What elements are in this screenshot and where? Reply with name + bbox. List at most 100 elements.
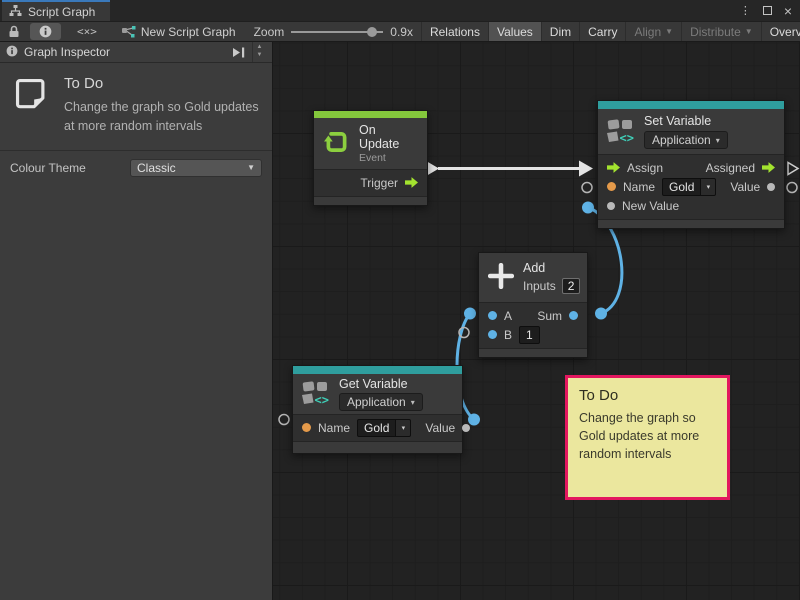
- set-variable-name-port[interactable]: [582, 183, 592, 193]
- info-toggle-icon[interactable]: [30, 23, 61, 40]
- svg-text:<>: <>: [315, 393, 329, 405]
- trigger-row: Trigger: [314, 173, 427, 192]
- flow-arrow-icon[interactable]: [607, 162, 620, 173]
- a-port-dot[interactable]: [488, 311, 497, 320]
- colour-theme-select[interactable]: Classic ▼: [130, 159, 262, 177]
- set-variable-new-value-port[interactable]: [582, 202, 594, 214]
- values-button[interactable]: Values: [488, 22, 541, 41]
- name-value-row: Name Gold ▾ Value: [293, 418, 462, 437]
- scroll-down-icon[interactable]: ▼: [257, 52, 263, 60]
- zoom-value: 0.9x: [390, 25, 413, 39]
- get-variable-value-port[interactable]: [468, 414, 480, 426]
- chevron-down-icon: ▼: [247, 163, 255, 172]
- add-body: A Sum B 1: [479, 303, 587, 348]
- inputs-count-field[interactable]: 2: [562, 278, 581, 294]
- node-add[interactable]: Add Inputs 2 A Sum: [478, 252, 588, 358]
- script-graph-window: Script Graph ⋮ × <×> New Script Graph Zo…: [0, 0, 800, 600]
- info-icon: [6, 45, 18, 60]
- distribute-button[interactable]: Distribute ▼: [681, 22, 761, 41]
- node-footer: [598, 219, 784, 228]
- align-button[interactable]: Align ▼: [625, 22, 681, 41]
- name-port-dot[interactable]: [607, 182, 616, 191]
- gold-value: Gold: [662, 178, 701, 196]
- svg-text:<>: <>: [620, 131, 634, 143]
- flow-wire-arrow[interactable]: [579, 161, 593, 177]
- zoom-slider-handle[interactable]: [367, 27, 377, 37]
- panel-scroll-arrows[interactable]: ▲ ▼: [252, 42, 266, 62]
- value-port-dot[interactable]: [767, 183, 775, 191]
- value-port-dot[interactable]: [462, 424, 470, 432]
- tab-bar: Script Graph ⋮ ×: [0, 0, 800, 21]
- graph-canvas[interactable]: On Update Event Trigger: [273, 42, 800, 600]
- inputs-label: Inputs: [523, 279, 556, 293]
- gold-dropdown[interactable]: Gold ▾: [662, 178, 716, 196]
- inspector-title: Graph Inspector: [24, 45, 110, 59]
- sum-port-dot[interactable]: [569, 311, 578, 320]
- dim-button[interactable]: Dim: [541, 22, 579, 41]
- chevron-down-icon: ▼: [665, 27, 673, 36]
- get-variable-titles: Get Variable Application ▾: [339, 377, 423, 411]
- node-title: On Update: [359, 123, 418, 151]
- flow-wire-start-cap[interactable]: [427, 162, 439, 176]
- get-variable-name-port[interactable]: [279, 415, 289, 425]
- zoom-slider[interactable]: [291, 25, 383, 39]
- dock-panel-icon[interactable]: [232, 47, 246, 58]
- set-variable-value-port[interactable]: [787, 183, 797, 193]
- scroll-up-icon[interactable]: ▲: [257, 44, 263, 52]
- b-label: B: [504, 328, 512, 342]
- node-get-variable[interactable]: <> Get Variable Application ▾ Name: [292, 365, 463, 454]
- overview-button[interactable]: Overview: [761, 22, 800, 41]
- maximize-icon[interactable]: [763, 6, 772, 15]
- add-header: Add Inputs 2: [479, 253, 587, 303]
- name-label: Name: [623, 180, 655, 194]
- window-controls: ⋮ ×: [740, 0, 800, 21]
- add-sum-port[interactable]: [595, 308, 607, 320]
- set-variable-assigned-port[interactable]: [788, 163, 798, 175]
- scope-value: Application: [347, 395, 406, 409]
- variable-icon: <>: [302, 380, 330, 408]
- graph-tree-icon: [9, 5, 22, 19]
- sticky-note[interactable]: To Do Change the graph so Gold updates a…: [565, 375, 730, 500]
- note-title: To Do: [64, 75, 262, 92]
- node-on-update[interactable]: On Update Event Trigger: [313, 110, 428, 206]
- chevron-down-icon: ▼: [745, 27, 753, 36]
- node-set-variable[interactable]: <> Set Variable Application ▾ Assign: [597, 100, 785, 229]
- chevron-down-icon: ▾: [411, 398, 415, 407]
- a-sum-row: A Sum: [479, 306, 587, 325]
- chevron-down-icon: ▾: [716, 136, 720, 145]
- name-port-dot[interactable]: [302, 423, 311, 432]
- assign-label: Assign: [627, 161, 663, 175]
- graph-breadcrumb[interactable]: New Script Graph: [111, 22, 246, 41]
- graph-toolbar: <×> New Script Graph Zoom 0.9x Relations…: [0, 21, 800, 42]
- relations-button[interactable]: Relations: [421, 22, 488, 41]
- note-texts: To Do Change the graph so Gold updates a…: [64, 75, 262, 136]
- node-title: Get Variable: [339, 377, 423, 391]
- variable-scope-dropdown[interactable]: Application ▾: [339, 393, 423, 411]
- add-a-port[interactable]: [464, 308, 476, 320]
- tab-label: Script Graph: [28, 5, 95, 19]
- code-preview-icon[interactable]: <×>: [63, 22, 111, 41]
- trigger-label: Trigger: [360, 176, 398, 190]
- new-value-port-dot[interactable]: [607, 202, 615, 210]
- event-color-bar: [314, 111, 427, 118]
- main-content: Graph Inspector ▲ ▼ To Do Change the gra…: [0, 42, 800, 600]
- flow-arrow-icon[interactable]: [405, 177, 418, 188]
- set-variable-titles: Set Variable Application ▾: [644, 114, 728, 149]
- close-icon[interactable]: ×: [784, 4, 792, 18]
- gold-dropdown[interactable]: Gold ▾: [357, 419, 411, 437]
- b-value-field[interactable]: 1: [519, 326, 540, 344]
- zoom-label: Zoom: [254, 25, 285, 39]
- carry-button[interactable]: Carry: [579, 22, 625, 41]
- node-title: Add: [523, 261, 580, 275]
- inspector-header: Graph Inspector ▲ ▼: [0, 42, 272, 63]
- tab-script-graph[interactable]: Script Graph: [2, 0, 110, 21]
- node-subtitle: Event: [359, 152, 418, 164]
- colour-theme-value: Classic: [137, 161, 176, 175]
- lock-icon[interactable]: [0, 22, 28, 41]
- window-menu-icon[interactable]: ⋮: [740, 4, 751, 17]
- variable-scope-dropdown[interactable]: Application ▾: [644, 131, 728, 149]
- b-port-dot[interactable]: [488, 330, 497, 339]
- flow-arrow-icon[interactable]: [762, 162, 775, 173]
- on-update-titles: On Update Event: [359, 123, 418, 164]
- on-update-header: On Update Event: [314, 118, 427, 170]
